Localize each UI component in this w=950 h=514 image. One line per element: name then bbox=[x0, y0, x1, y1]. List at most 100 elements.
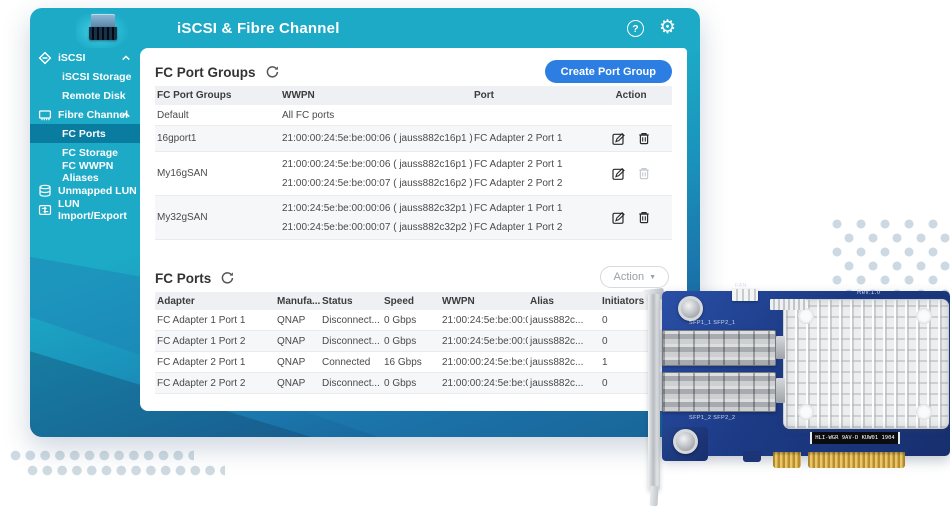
section-title: FC Port Groups bbox=[155, 65, 256, 80]
group-port: FC Adapter 1 Port 1 FC Adapter 1 Port 2 bbox=[472, 199, 590, 237]
manufacturer-cell: QNAP bbox=[275, 378, 320, 389]
refresh-icon[interactable] bbox=[265, 65, 280, 80]
delete-icon[interactable] bbox=[638, 211, 650, 224]
column-header: Action bbox=[590, 90, 672, 101]
sidebar-item-label: FC WWPN Aliases bbox=[62, 160, 140, 184]
edit-icon[interactable] bbox=[612, 211, 625, 224]
card-heatsink bbox=[783, 299, 949, 429]
port-groups-table-header: FC Port Groups WWPN Port Action bbox=[155, 86, 672, 105]
port-line: FC Adapter 2 Port 2 bbox=[474, 174, 590, 193]
wwpn-cell: 21:00:00:24:5e:be:00... bbox=[440, 357, 528, 368]
table-row[interactable]: FC Adapter 1 Port 1 QNAP Disconnect... 0… bbox=[155, 310, 672, 331]
nas-icon-body bbox=[91, 14, 115, 27]
decor-dots-bottom-left-row2 bbox=[27, 465, 225, 476]
sidebar-item-label: FC Ports bbox=[62, 128, 106, 140]
alias-cell: jauss882c... bbox=[528, 315, 600, 326]
adapter-cell: FC Adapter 1 Port 1 bbox=[155, 315, 275, 326]
group-name: My32gSAN bbox=[155, 212, 280, 223]
delete-icon[interactable] bbox=[638, 132, 650, 145]
disk-stack-icon bbox=[38, 184, 52, 198]
fan-connector bbox=[732, 289, 758, 301]
window-title: iSCSI & Fibre Channel bbox=[177, 20, 340, 37]
sidebar-item-fc-ports[interactable]: FC Ports bbox=[30, 124, 140, 143]
fc-port-groups-section: FC Port Groups Create Port Group FC Port… bbox=[155, 58, 672, 240]
fc-ports-header: FC Ports Action ▼ bbox=[155, 264, 672, 292]
table-row[interactable]: FC Adapter 1 Port 2 QNAP Disconnect... 0… bbox=[155, 331, 672, 352]
card-sfp-label-bottom: SFP1_2 SFP2_2 bbox=[689, 415, 735, 421]
table-row[interactable]: FC Adapter 2 Port 2 QNAP Disconnect... 0… bbox=[155, 373, 672, 394]
action-dropdown-button[interactable]: Action ▼ bbox=[600, 266, 669, 288]
decor-dots-grid-right bbox=[832, 219, 950, 295]
fc-ports-section: FC Ports Action ▼ Adapter Manufa... Stat… bbox=[155, 264, 672, 394]
delete-icon-disabled bbox=[638, 167, 650, 180]
sidebar-item-lun-import-export[interactable]: LUN Import/Export bbox=[30, 200, 140, 219]
sidebar-item-label: FC Storage bbox=[62, 147, 118, 159]
table-row[interactable]: My16gSAN 21:00:00:24:5e:be:00:06 ( jauss… bbox=[155, 152, 672, 196]
fc-port-groups-header: FC Port Groups Create Port Group bbox=[155, 58, 672, 86]
sidebar-item-fc-wwpn-aliases[interactable]: FC WWPN Aliases bbox=[30, 162, 140, 181]
group-name: My16gSAN bbox=[155, 168, 280, 179]
table-row[interactable]: FC Adapter 2 Port 1 QNAP Connected 16 Gb… bbox=[155, 352, 672, 373]
sidebar-item-label: Unmapped LUN bbox=[58, 185, 137, 197]
table-row[interactable]: 16gport1 21:00:00:24:5e:be:00:06 ( jauss… bbox=[155, 126, 672, 152]
sidebar-item-iscsi[interactable]: iSCSI bbox=[30, 48, 140, 67]
heatsink-pad bbox=[798, 308, 814, 324]
sidebar-item-label: Fibre Channel bbox=[58, 109, 128, 121]
sfp-latch bbox=[776, 378, 785, 403]
column-header: Speed bbox=[382, 296, 440, 307]
column-header: Port bbox=[472, 90, 590, 101]
sidebar: iSCSI iSCSI Storage Remote Disk Fibre Ch… bbox=[30, 48, 140, 219]
caret-down-icon: ▼ bbox=[649, 274, 656, 281]
column-header: Adapter bbox=[155, 296, 275, 307]
group-wwpn: 21:00:24:5e:be:00:00:06 ( jauss882c32p1 … bbox=[280, 199, 472, 237]
chevron-up-icon bbox=[121, 53, 131, 63]
speed-cell: 16 Gbps bbox=[382, 357, 440, 368]
sidebar-item-label: iSCSI Storage bbox=[62, 71, 131, 83]
edit-icon[interactable] bbox=[612, 167, 625, 180]
wwpn-line: 21:00:24:5e:be:00:00:06 ( jauss882c32p1 … bbox=[282, 199, 472, 218]
heatsink-pad bbox=[798, 404, 814, 420]
content-panel: FC Port Groups Create Port Group FC Port… bbox=[140, 48, 687, 411]
sfp-port-2 bbox=[662, 372, 776, 412]
fibre-channel-adapter-icon bbox=[38, 108, 52, 122]
refresh-icon[interactable] bbox=[220, 271, 235, 286]
card-serial-label: HLI-WGR 9AV-D KUW01 1904 bbox=[810, 432, 900, 444]
gear-icon[interactable]: ⚙ bbox=[659, 16, 676, 40]
titlebar: iSCSI & Fibre Channel ? ⚙ bbox=[30, 8, 700, 48]
nas-icon-drive-slots bbox=[89, 27, 117, 40]
card-screw bbox=[673, 429, 698, 454]
wwpn-line: 21:00:00:24:5e:be:00:07 ( jauss882c16p2 … bbox=[282, 174, 472, 193]
column-header: Status bbox=[320, 296, 382, 307]
status-cell: Disconnect... bbox=[320, 336, 382, 347]
group-wwpn: All FC ports bbox=[280, 110, 472, 121]
heatsink-pad bbox=[916, 308, 932, 324]
help-icon[interactable]: ? bbox=[627, 20, 644, 37]
port-line: FC Adapter 1 Port 2 bbox=[474, 218, 590, 237]
status-cell: Disconnect... bbox=[320, 315, 382, 326]
table-row[interactable]: My32gSAN 21:00:24:5e:be:00:00:06 ( jauss… bbox=[155, 196, 672, 240]
wwpn-line: 21:00:00:24:5e:be:00:06 ( jauss882c16p1 … bbox=[282, 155, 472, 174]
sidebar-item-label: Remote Disk bbox=[62, 90, 126, 102]
speed-cell: 0 Gbps bbox=[382, 378, 440, 389]
create-port-group-button[interactable]: Create Port Group bbox=[545, 60, 672, 83]
table-row[interactable]: Default All FC ports bbox=[155, 105, 672, 126]
column-header: WWPN bbox=[440, 296, 528, 307]
group-port: FC Adapter 2 Port 1 FC Adapter 2 Port 2 bbox=[472, 155, 590, 193]
sidebar-item-fibre-channel[interactable]: Fibre Channel bbox=[30, 105, 140, 124]
sidebar-item-iscsi-storage[interactable]: iSCSI Storage bbox=[30, 67, 140, 86]
pin-header bbox=[770, 299, 806, 310]
card-pcb-tab bbox=[743, 451, 761, 462]
pcie-connector-short bbox=[773, 452, 801, 468]
status-cell: Connected bbox=[320, 357, 382, 368]
port-line: FC Adapter 1 Port 1 bbox=[474, 199, 590, 218]
heatsink-pad bbox=[916, 404, 932, 420]
manufacturer-cell: QNAP bbox=[275, 336, 320, 347]
group-name: Default bbox=[155, 110, 280, 121]
fc-ports-table-header: Adapter Manufa... Status Speed WWPN Alia… bbox=[155, 292, 672, 310]
nas-app-icon bbox=[82, 10, 124, 46]
adapter-cell: FC Adapter 2 Port 1 bbox=[155, 357, 275, 368]
sidebar-item-remote-disk[interactable]: Remote Disk bbox=[30, 86, 140, 105]
card-fan-text: FAN bbox=[735, 283, 747, 289]
edit-icon[interactable] bbox=[612, 132, 625, 145]
card-bracket-tail bbox=[649, 486, 658, 506]
